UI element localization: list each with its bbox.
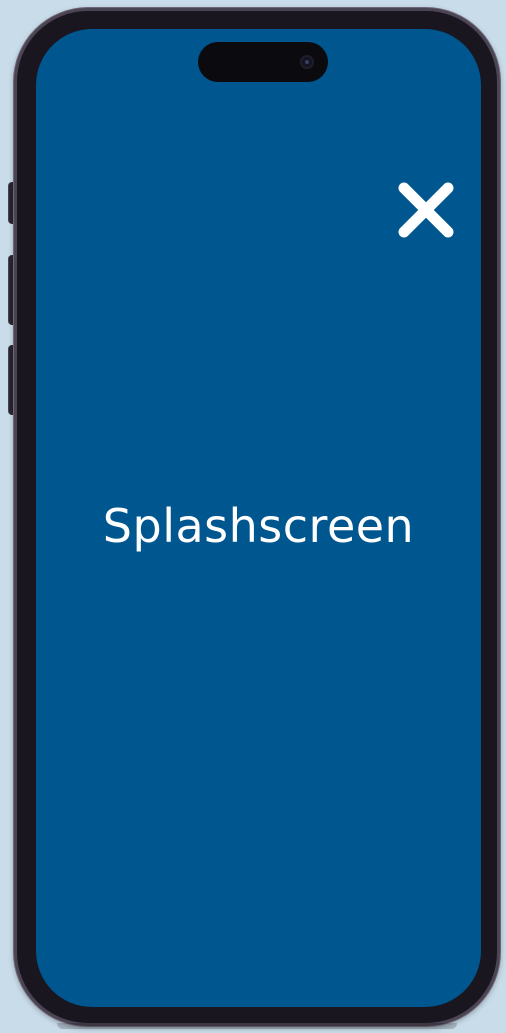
close-button[interactable] [388,172,464,248]
dynamic-island [198,42,328,82]
phone-shadow [57,1023,457,1029]
phone-frame: Splashscreen [14,8,500,1029]
camera-icon [300,55,314,69]
splash-title: Splashscreen [102,499,415,553]
splash-screen: Splashscreen [36,29,481,1007]
close-icon [388,172,464,248]
